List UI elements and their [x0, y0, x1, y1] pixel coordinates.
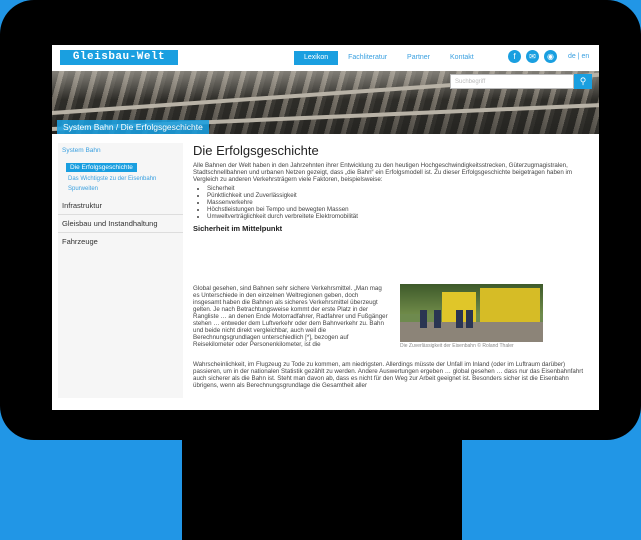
- browser-viewport: Gleisbau-Welt Lexikon Fachliteratur Part…: [52, 45, 599, 410]
- photo-worker: [434, 310, 441, 328]
- sidebar-section-title[interactable]: System Bahn: [58, 143, 183, 156]
- mail-icon[interactable]: ✉: [526, 50, 539, 63]
- list-item: Umweltverträglichkeit durch verbreitete …: [207, 213, 593, 220]
- article-photo[interactable]: [400, 284, 543, 342]
- site-logo[interactable]: Gleisbau-Welt: [60, 50, 178, 65]
- feature-list: Sicherheit Pünktlichkeit und Zuverlässig…: [193, 185, 593, 220]
- sidebar-item-fahrzeuge[interactable]: Fahrzeuge: [58, 232, 183, 250]
- article: Die Erfolgsgeschichte Alle Bahnen der We…: [193, 143, 593, 405]
- social-icons: f ✉ ◉: [508, 50, 557, 63]
- sidebar-item-active[interactable]: Die Erfolgsgeschichte: [66, 163, 137, 172]
- language-switch[interactable]: de | en: [568, 53, 589, 60]
- monitor-stand: [182, 440, 462, 540]
- list-item: Pünktlichkeit und Zuverlässigkeit: [207, 192, 593, 199]
- rss-icon[interactable]: ◉: [544, 50, 557, 63]
- list-item: Höchstleistungen bei Tempo und bewegten …: [207, 206, 593, 213]
- sidebar-subitem[interactable]: Spurweiten: [58, 184, 183, 194]
- main-nav: Lexikon Fachliteratur Partner Kontakt: [294, 51, 484, 65]
- photo-worker: [420, 310, 427, 328]
- article-title: Die Erfolgsgeschichte: [193, 143, 319, 158]
- photo-worker: [456, 310, 463, 328]
- sidebar-item-gleisbau[interactable]: Gleisbau und Instandhaltung: [58, 214, 183, 232]
- nav-item-partner[interactable]: Partner: [397, 51, 440, 65]
- article-paragraph: Wahrscheinlichkeit, im Flugzeug zu Tode …: [193, 361, 584, 389]
- sidebar-subitem[interactable]: Das Wichtigste zu der Eisenbahn: [58, 174, 183, 184]
- photo-caption: Die Zuverlässigkeit der Eisenbahn © Rola…: [400, 343, 514, 349]
- page-banner-title: System Bahn / Die Erfolgsgeschichte: [57, 120, 209, 134]
- sidebar-item-infrastruktur[interactable]: Infrastruktur: [58, 197, 183, 214]
- photo-worker: [466, 310, 473, 328]
- facebook-icon[interactable]: f: [508, 50, 521, 63]
- search-input[interactable]: Suchbegriff: [450, 74, 574, 89]
- search-icon[interactable]: ⚲: [574, 74, 592, 89]
- article-paragraph: Global gesehen, sind Bahnen sehr sichere…: [193, 285, 388, 348]
- site-header: Gleisbau-Welt Lexikon Fachliteratur Part…: [52, 45, 599, 71]
- section-heading: Sicherheit im Mittelpunkt: [193, 224, 283, 233]
- article-intro: Alle Bahnen der Welt haben in den Jahrze…: [193, 162, 573, 183]
- hero-banner: Suchbegriff ⚲ System Bahn / Die Erfolgsg…: [52, 71, 599, 134]
- nav-item-fachliteratur[interactable]: Fachliteratur: [338, 51, 397, 65]
- sidebar: System Bahn Die Erfolgsgeschichte Das Wi…: [58, 143, 183, 398]
- nav-item-lexikon[interactable]: Lexikon: [294, 51, 339, 65]
- nav-item-kontakt[interactable]: Kontakt: [440, 51, 484, 65]
- photo-locomotive: [480, 288, 540, 322]
- list-item: Massenverkehre: [207, 199, 593, 206]
- list-item: Sicherheit: [207, 185, 593, 192]
